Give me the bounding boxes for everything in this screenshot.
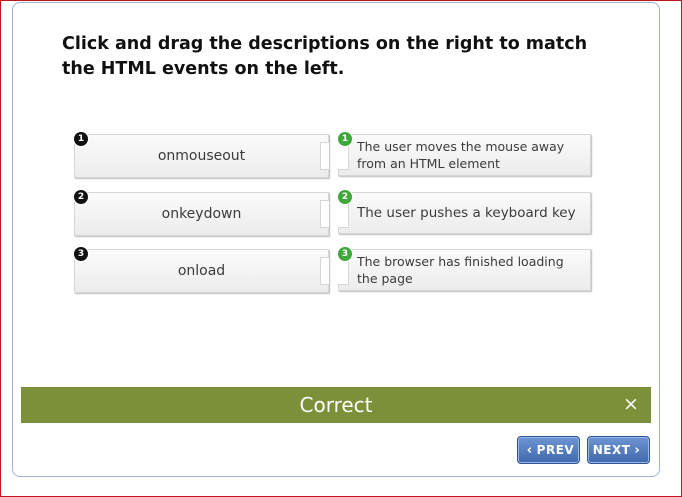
- term-label: onmouseout: [157, 148, 246, 164]
- question-text: Click and drag the descriptions on the r…: [62, 34, 588, 79]
- prev-button[interactable]: ‹ PREV: [517, 436, 580, 464]
- term-number-badge: 1: [74, 132, 88, 146]
- drop-slot[interactable]: [320, 200, 329, 228]
- drag-tab[interactable]: [338, 200, 349, 228]
- next-label: NEXT: [592, 443, 631, 457]
- description-label: The user pushes a keyboard key: [357, 204, 576, 221]
- next-button[interactable]: NEXT ›: [587, 436, 650, 464]
- chevron-left-icon: ‹: [526, 442, 533, 458]
- term-item-onmouseout: onmouseout: [74, 134, 329, 178]
- chevron-right-icon: ›: [634, 442, 641, 458]
- match-row-2: onkeydown The user pushes a keyboard key…: [0, 190, 682, 238]
- term-number-badge: 3: [74, 247, 88, 261]
- drag-tab[interactable]: [338, 257, 349, 285]
- term-label: onload: [177, 263, 226, 279]
- term-item-onkeydown: onkeydown: [74, 192, 329, 236]
- description-item[interactable]: The user moves the mouse away from an HT…: [338, 134, 591, 176]
- description-label: The user moves the mouse away from an HT…: [357, 139, 565, 171]
- term-item-onload: onload: [74, 249, 329, 293]
- match-row-3: onload The browser has finished loading …: [0, 247, 682, 295]
- feedback-banner: Correct ×: [21, 387, 651, 423]
- description-number-badge: 2: [338, 190, 352, 204]
- description-number-badge: 1: [338, 132, 352, 146]
- match-row-1: onmouseout The user moves the mouse away…: [0, 132, 682, 180]
- close-icon[interactable]: ×: [621, 394, 641, 414]
- term-label: onkeydown: [161, 206, 242, 222]
- description-item[interactable]: The browser has finished loading the pag…: [338, 249, 591, 291]
- description-item[interactable]: The user pushes a keyboard key: [338, 192, 591, 234]
- drag-tab[interactable]: [338, 142, 349, 170]
- prev-label: PREV: [536, 443, 575, 457]
- description-label: The browser has finished loading the pag…: [357, 254, 564, 286]
- description-number-badge: 3: [338, 247, 352, 261]
- term-number-badge: 2: [74, 190, 88, 204]
- drop-slot[interactable]: [320, 142, 329, 170]
- feedback-label: Correct: [299, 393, 373, 417]
- drop-slot[interactable]: [320, 257, 329, 285]
